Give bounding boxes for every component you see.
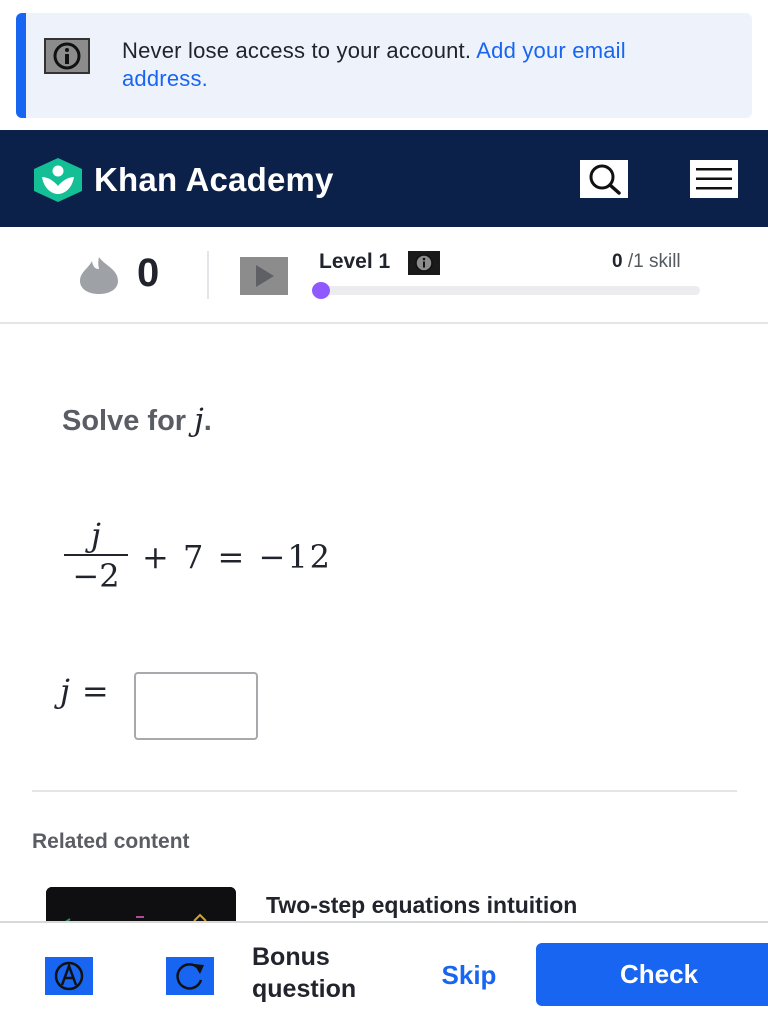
banner-text: Never lose access to your account.	[122, 38, 472, 63]
question-prompt: Solve for j.	[62, 402, 212, 438]
check-button[interactable]: Check	[536, 943, 768, 1006]
streak-count: 0	[137, 251, 160, 295]
fraction-denominator: −2	[72, 557, 120, 595]
related-item-title[interactable]: Two-step equations intuition	[266, 892, 577, 919]
equation-rest: + 7 = −12	[142, 538, 333, 576]
info-icon	[415, 254, 433, 272]
fraction-numerator: j	[91, 516, 101, 554]
account-banner: Never lose access to your account. Add y…	[16, 13, 752, 118]
skip-button[interactable]: Skip	[424, 953, 514, 997]
menu-button[interactable]	[690, 160, 738, 198]
khan-academy-logo-icon	[34, 158, 82, 202]
content-divider	[32, 790, 737, 792]
equation: j −2 + 7 = −12	[64, 512, 332, 602]
flame-icon	[80, 257, 118, 294]
search-icon	[589, 164, 621, 195]
search-button[interactable]	[580, 160, 628, 198]
exercise-footer: Bonus question Skip Check	[0, 921, 768, 1024]
level-label: Level 1	[319, 250, 391, 273]
level-progress-indicator	[312, 282, 330, 299]
answer-input[interactable]	[134, 672, 258, 740]
logo[interactable]: Khan Academy	[32, 157, 334, 203]
site-header: Khan Academy	[0, 130, 768, 227]
fraction: j −2	[64, 518, 128, 596]
info-icon	[44, 38, 90, 74]
related-content-heading: Related content	[32, 830, 190, 853]
hamburger-menu-icon	[696, 168, 732, 190]
skills-done: 0	[612, 251, 623, 272]
banner-accent-bar	[16, 13, 26, 118]
skills-total: /1 skill	[627, 251, 681, 272]
bonus-question-label[interactable]: Bonus question	[252, 941, 412, 1005]
banner-message: Never lose access to your account. Add y…	[122, 37, 702, 93]
answer-equals: =	[81, 672, 109, 710]
answer-row: j =	[60, 672, 119, 710]
retry-icon	[176, 963, 204, 990]
bonus-line-2: question	[252, 975, 357, 1003]
answer-variable: j	[60, 672, 70, 710]
skill-count: 0 /1 skill	[612, 251, 681, 273]
bonus-line-1: Bonus	[252, 943, 330, 971]
brand-name: Khan Academy	[94, 161, 334, 198]
exercise-progress-bar: 0 Level 1 0 /1 skill	[0, 227, 768, 324]
hint-button[interactable]	[45, 957, 93, 995]
retry-button[interactable]	[166, 957, 214, 995]
play-icon	[256, 265, 274, 287]
prompt-variable: j	[194, 402, 204, 438]
prompt-text: Solve for	[62, 405, 187, 437]
hint-icon	[54, 961, 84, 991]
level-info-button[interactable]	[408, 251, 440, 275]
row-divider	[207, 251, 209, 299]
prompt-end: .	[203, 405, 212, 437]
level-progress-track	[312, 286, 700, 295]
video-button[interactable]	[240, 257, 288, 295]
